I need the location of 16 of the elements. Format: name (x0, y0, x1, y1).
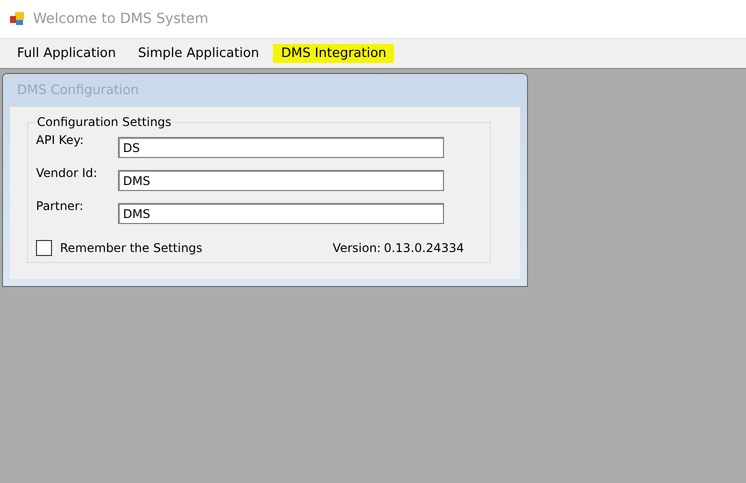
checkbox-label: Remember the Settings (60, 241, 202, 255)
input-field[interactable]: DMS (118, 203, 444, 224)
input-field[interactable]: DMS (118, 170, 444, 191)
window-title: Welcome to DMS System (33, 11, 208, 27)
field-label: API Key: (36, 132, 85, 147)
menu-item[interactable]: Full Application (9, 44, 124, 63)
group-title: Configuration Settings (36, 115, 172, 129)
input-field[interactable]: DS (118, 137, 444, 158)
field-label: Partner: (36, 198, 84, 213)
menu-item[interactable]: Simple Application (130, 44, 268, 63)
menu-item[interactable]: DMS Integration (273, 44, 394, 63)
version-number: 0.13.0.24334 (384, 241, 464, 255)
version-label: Version: (332, 241, 381, 255)
checkbox[interactable] (36, 240, 52, 256)
field-label: Vendor Id: (36, 165, 98, 180)
app-icon (9, 11, 25, 27)
